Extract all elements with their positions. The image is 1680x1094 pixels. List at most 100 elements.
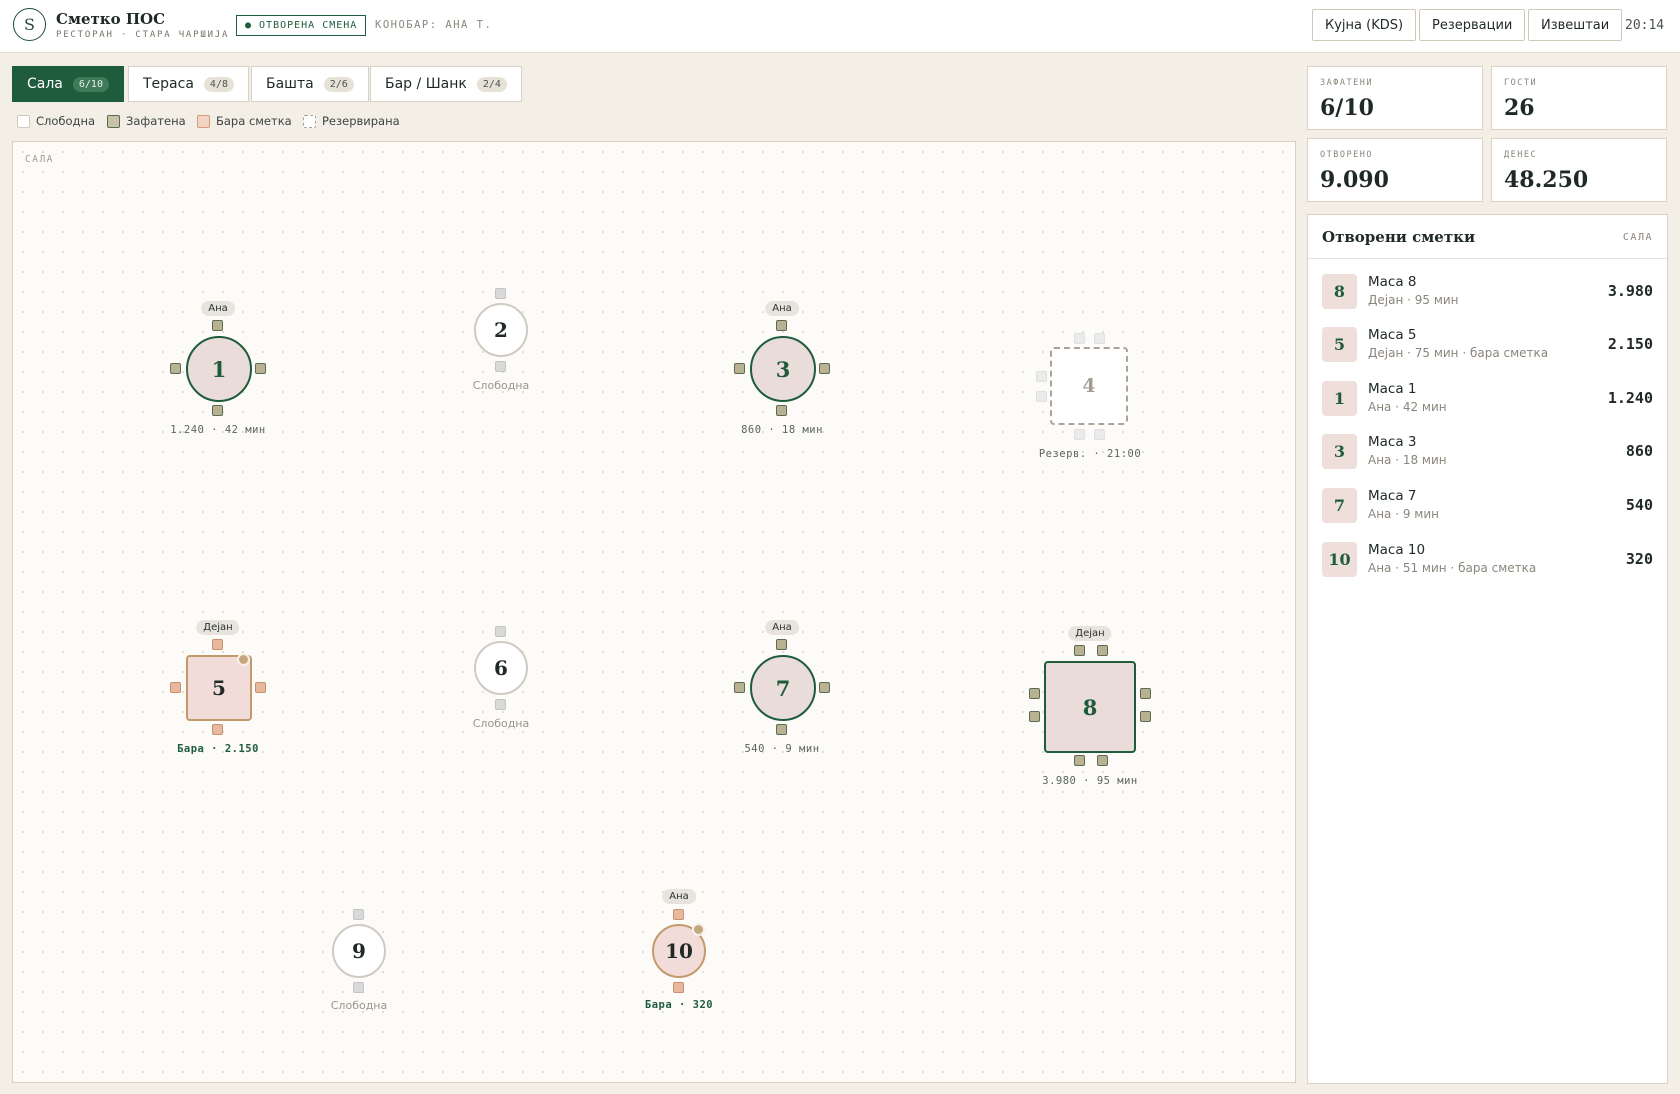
chair xyxy=(212,724,223,735)
table-3[interactable]: 3 xyxy=(750,336,816,402)
chair xyxy=(673,909,684,920)
table-6[interactable]: 6 xyxy=(474,641,528,695)
open-bills-area: САЛА xyxy=(1622,232,1653,243)
bill-table-badge: 5 xyxy=(1322,327,1357,362)
tab-bar-shank[interactable]: Бар / Шанк 2/4 xyxy=(370,66,522,102)
open-bill-row[interactable]: 7 Маса 7 Ана · 9 мин 540 xyxy=(1308,477,1667,531)
tab-count: 6/10 xyxy=(72,76,109,92)
bill-meta: Ана · 18 мин xyxy=(1368,453,1447,467)
bill-meta: Ана · 42 мин xyxy=(1368,400,1447,414)
stat-open: ОТВОРЕНО 9.090 xyxy=(1307,138,1483,202)
bill-table-badge: 10 xyxy=(1322,542,1357,577)
chair xyxy=(1140,688,1151,699)
table-4[interactable]: 4 xyxy=(1050,347,1128,425)
table-status-label: Слободна xyxy=(472,379,530,392)
legend-label: Зафатена xyxy=(126,114,186,128)
kitchen-display-button[interactable]: Кујна (KDS) xyxy=(1312,9,1417,41)
shift-status-badge: ● ОТВОРЕНА СМЕНА xyxy=(236,15,367,36)
chair xyxy=(1036,391,1047,402)
stat-today: ДЕНЕС 48.250 xyxy=(1491,138,1667,202)
bill-table-badge: 3 xyxy=(1322,434,1357,469)
tab-terasa[interactable]: Тераса 4/8 xyxy=(128,66,249,102)
bill-amount: 540 xyxy=(1625,496,1653,514)
chair xyxy=(1094,429,1105,440)
bill-meta: Ана · 51 мин · бара сметка xyxy=(1368,561,1537,575)
chair xyxy=(495,626,506,637)
table-status-label: Резерв. · 21:00 xyxy=(1038,448,1142,460)
open-bill-row[interactable]: 10 Маса 10 Ана · 51 мин · бара сметка 32… xyxy=(1308,531,1667,585)
chair xyxy=(1029,711,1040,722)
table-9[interactable]: 9 xyxy=(332,924,386,978)
table-7[interactable]: 7 xyxy=(750,655,816,721)
chair xyxy=(776,724,787,735)
chair xyxy=(212,639,223,650)
stat-value: 9.090 xyxy=(1320,167,1389,193)
legend-label: Слободна xyxy=(36,114,96,128)
legend-free: Слободна xyxy=(17,114,95,128)
top-bar: S Сметко ПОС РЕСТОРАН · СТАРА ЧАРШИЈА ● … xyxy=(0,0,1680,53)
bill-table-name: Маса 3 xyxy=(1368,434,1417,450)
clock: 20:14 xyxy=(1625,18,1665,33)
open-bill-row[interactable]: 1 Маса 1 Ана · 42 мин 1.240 xyxy=(1308,370,1667,424)
bill-table-badge: 7 xyxy=(1322,488,1357,523)
table-status-label: 540 · 9 мин xyxy=(744,743,820,755)
stat-label: ЗАФАТЕНИ xyxy=(1320,78,1373,88)
chair xyxy=(819,682,830,693)
chair xyxy=(734,363,745,374)
open-bill-row[interactable]: 8 Маса 8 Дејан · 95 мин 3.980 xyxy=(1308,263,1667,317)
tab-label: Башта xyxy=(266,76,314,92)
reservations-button[interactable]: Резервации xyxy=(1419,9,1526,41)
table-status-label: 3.980 · 95 мин xyxy=(1042,775,1138,787)
legend-occupied: Зафатена xyxy=(107,114,186,128)
bill-amount: 860 xyxy=(1625,442,1653,460)
bill-table-badge: 8 xyxy=(1322,274,1357,309)
legend-reserved: Резервирана xyxy=(303,114,400,128)
chair xyxy=(170,682,181,693)
chair xyxy=(1094,333,1105,344)
tab-label: Бар / Шанк xyxy=(385,76,467,92)
chair xyxy=(1074,755,1085,766)
stat-value: 26 xyxy=(1504,95,1535,121)
open-bills-title: Отворени сметки xyxy=(1322,228,1476,246)
chair xyxy=(170,363,181,374)
table-1[interactable]: 1 xyxy=(186,336,252,402)
table-2[interactable]: 2 xyxy=(474,303,528,357)
bill-table-badge: 1 xyxy=(1322,381,1357,416)
stat-label: ГОСТИ xyxy=(1504,78,1538,88)
tab-count: 2/4 xyxy=(476,76,507,92)
legend-label: Резервирана xyxy=(322,114,400,128)
tab-count: 4/8 xyxy=(203,76,234,92)
table-status-label: Бара · 320 xyxy=(644,999,714,1011)
table-8[interactable]: 8 xyxy=(1044,661,1136,753)
chair xyxy=(1074,645,1085,656)
bill-table-name: Маса 8 xyxy=(1368,274,1417,290)
tab-label: Сала xyxy=(27,76,63,92)
legend-swatch-occupied xyxy=(107,114,120,128)
bill-table-name: Маса 1 xyxy=(1368,381,1417,397)
app-name: Сметко ПОС xyxy=(56,10,166,28)
legend-swatch-bill xyxy=(197,114,210,128)
chair xyxy=(495,361,506,372)
chair xyxy=(673,982,684,993)
open-bill-row[interactable]: 3 Маса 3 Ана · 18 мин 860 xyxy=(1308,423,1667,477)
legend-swatch-reserved xyxy=(303,114,316,128)
bill-amount: 2.150 xyxy=(1607,335,1653,353)
chair xyxy=(353,909,364,920)
reports-button[interactable]: Извештаи xyxy=(1528,9,1623,41)
chair xyxy=(1140,711,1151,722)
bill-request-indicator xyxy=(237,653,250,666)
bill-table-name: Маса 5 xyxy=(1368,327,1417,343)
open-bills-panel: Отворени сметки САЛА 8 Маса 8 Дејан · 95… xyxy=(1307,214,1668,1084)
chair xyxy=(1074,429,1085,440)
tab-bashta[interactable]: Башта 2/6 xyxy=(251,66,369,102)
chair xyxy=(1036,371,1047,382)
tab-sala[interactable]: Сала 6/10 xyxy=(12,66,124,102)
table-status-label: Слободна xyxy=(330,999,388,1012)
chair xyxy=(1097,645,1108,656)
table-server-tag: Ана xyxy=(662,889,696,904)
floor-area-label: САЛА xyxy=(25,154,54,165)
chair xyxy=(776,639,787,650)
table-status-label: 1.240 · 42 мин xyxy=(170,424,266,436)
chair xyxy=(495,699,506,710)
open-bill-row[interactable]: 5 Маса 5 Дејан · 75 мин · бара сметка 2.… xyxy=(1308,316,1667,370)
